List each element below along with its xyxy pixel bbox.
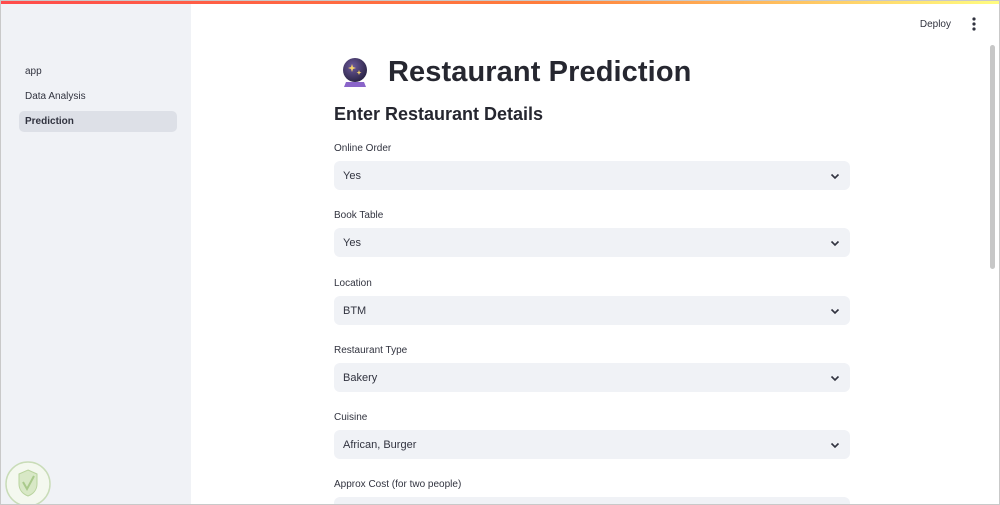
select-value: Bakery xyxy=(343,371,378,384)
select-value: Yes xyxy=(343,169,361,182)
sidebar: app Data Analysis Prediction xyxy=(1,4,191,504)
crystal-ball-icon xyxy=(338,55,372,89)
online-order-field: Online Order Yes xyxy=(334,142,850,190)
approx-cost-field: Approx Cost (for two people) 20 − + xyxy=(334,478,850,504)
select-value: African, Burger xyxy=(343,438,417,451)
increment-button[interactable]: + xyxy=(825,497,849,504)
page-scrollbar[interactable] xyxy=(990,45,995,269)
sidebar-item-app[interactable]: app xyxy=(19,61,177,82)
cuisine-field: Cuisine African, Burger xyxy=(334,411,850,459)
cuisine-select[interactable]: African, Burger xyxy=(334,430,850,459)
restaurant-type-select[interactable]: Bakery xyxy=(334,363,850,392)
chevron-down-icon xyxy=(830,375,840,382)
book-table-select[interactable]: Yes xyxy=(334,228,850,257)
title-row: Restaurant Prediction xyxy=(334,51,850,93)
chevron-down-icon xyxy=(830,308,840,315)
header-actions: Deploy xyxy=(916,15,979,33)
decrement-button[interactable]: − xyxy=(801,497,825,504)
book-table-field: Book Table Yes xyxy=(334,209,850,257)
field-label: Location xyxy=(334,278,372,289)
location-select[interactable]: BTM xyxy=(334,296,850,325)
watermark-logo-icon xyxy=(4,460,52,504)
location-field: Location BTM xyxy=(334,277,850,325)
section-subheader: Enter Restaurant Details xyxy=(334,104,544,124)
field-label: Approx Cost (for two people) xyxy=(334,479,462,490)
chevron-down-icon xyxy=(830,240,840,247)
chevron-down-icon xyxy=(830,173,840,180)
main-content: Restaurant Prediction Enter Restaurant D… xyxy=(334,51,850,504)
sidebar-nav: app Data Analysis Prediction xyxy=(19,61,177,136)
deploy-button[interactable]: Deploy xyxy=(916,17,955,32)
select-value: BTM xyxy=(343,304,367,317)
app-window: app Data Analysis Prediction Deploy Rest… xyxy=(0,0,1000,505)
vertical-dots-icon[interactable] xyxy=(969,15,979,33)
field-label: Book Table xyxy=(334,210,384,221)
field-label: Online Order xyxy=(334,143,392,154)
select-value: Yes xyxy=(343,236,361,249)
field-label: Cuisine xyxy=(334,412,368,423)
chevron-down-icon xyxy=(830,442,840,449)
sidebar-item-prediction[interactable]: Prediction xyxy=(19,111,177,132)
sidebar-item-data-analysis[interactable]: Data Analysis xyxy=(19,86,177,107)
field-label: Restaurant Type xyxy=(334,345,408,356)
restaurant-type-field: Restaurant Type Bakery xyxy=(334,344,850,392)
approx-cost-number-input[interactable]: 20 − + xyxy=(334,497,850,504)
page-title: Restaurant Prediction xyxy=(388,55,692,88)
online-order-select[interactable]: Yes xyxy=(334,161,850,190)
